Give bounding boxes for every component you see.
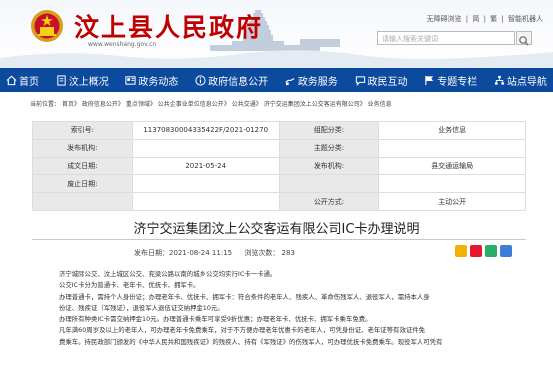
chatbot-link[interactable]: 智能机器人 [508,15,543,23]
table-value [378,138,526,158]
flag-icon [425,75,434,85]
nav-item-home[interactable]: 首页 [6,73,39,88]
nav-item-overview[interactable]: 汶上概况 [56,73,109,88]
table-key [32,192,133,211]
traditional-chinese-link[interactable]: 繁 [490,15,497,23]
share-buttons [455,245,512,257]
breadcrumb-public-transport[interactable]: 公共交通 [232,101,256,108]
title-divider [32,239,526,240]
table-value [131,192,280,211]
paragraph: 办理普通卡，需持个人身份证；办理老年卡、优抚卡、拥军卡：符合条件的老年人、残疾人… [59,292,430,301]
top-links: 无障碍浏览 | 简 | 繁 | 智能机器人 [426,15,543,23]
nav-item-news[interactable]: 政务动态 [125,73,178,88]
table-row: 成文日期: 2021-05-24 发布机构: 县交通运输局 [32,156,526,176]
simplified-chinese-link[interactable]: 简 [472,15,479,23]
nav-item-interaction[interactable]: 政民互动 [355,73,408,88]
search-icon [519,36,529,46]
paragraph: 公交IC卡分为普通卡、老年卡、优抚卡、拥军卡。 [59,281,200,290]
paragraph: 办理所有种类IC卡需交纳押金10元。办理普通卡乘车可享受9折优惠；办理老年卡、优… [59,315,372,324]
table-key: 废止日期: [32,174,133,194]
nav-item-info-disclosure[interactable]: 政府信息公开 [195,73,268,88]
table-key: 组配分类: [278,121,380,140]
table-row: 废止日期: [32,174,526,194]
breadcrumb-business-info[interactable]: 业务信息 [368,101,392,108]
service-icon [285,77,295,85]
document-icon [57,74,66,86]
table-key: 成文日期: [32,156,133,176]
article-title: 济宁交运集团汶上公交客运有限公司IC卡办理说明 [133,222,420,237]
article-meta: 发布日期：2021-08-24 11:15 浏览次数： 283 [134,248,305,258]
breadcrumb-home[interactable]: 首页 [62,101,74,108]
table-row: 公开方式: 主动公开 [32,192,526,211]
accessibility-link[interactable]: 无障碍浏览 [427,15,462,23]
table-key: 主题分类: [278,138,380,158]
table-value: 11370830004335422F/2021-01270 [131,121,280,140]
nav-item-services[interactable]: 政务服务 [285,73,338,88]
info-icon [195,74,206,86]
nav-item-sitemap[interactable]: 站点导航 [494,73,547,88]
table-value [131,174,280,194]
table-value: 主动公开 [378,192,526,211]
site-url: www.wenshang.gov.cn [88,41,157,48]
breadcrumb-info-disclosure[interactable]: 政府信息公开 [82,101,118,108]
info-table: 索引号: 11370830004335422F/2021-01270 组配分类:… [32,121,526,211]
table-key: 发布机构: [278,156,380,176]
table-value: 2021-05-24 [131,156,280,176]
share-qzone-icon[interactable] [455,245,467,257]
table-value: 县交通运输局 [378,156,526,176]
home-icon [6,75,17,85]
search-button[interactable] [516,31,532,46]
share-more-icon[interactable] [500,245,512,257]
table-row: 索引号: 11370830004335422F/2021-01270 组配分类:… [32,121,526,140]
table-value [131,138,280,158]
site-header: 汶上县人民政府 www.wenshang.gov.cn 无障碍浏览 | 简 | … [0,0,553,68]
nav-item-topics[interactable]: 专题专栏 [424,73,477,88]
breadcrumb-public-units[interactable]: 公共企事业单位信息公开 [158,101,224,108]
news-icon [125,75,136,85]
breadcrumb: 当前位置： 首页》 政府信息公开》 重点领域》 公共企事业单位信息公开》 公共交… [30,101,392,108]
sitemap-icon [494,75,505,85]
paragraph: 份证、残疾证（军残证），退役军人退伍证交纳押金10元。 [59,303,224,312]
site-title: 汶上县人民政府 [74,13,264,42]
table-key [278,174,380,194]
paragraph: 费乘车。持民政部门颁发的《中华人民共和国残疾证》的残疾人、持有《军残证》的伤残军… [59,337,443,346]
breadcrumb-company[interactable]: 济宁交运集团汶上公交客运有限公司 [264,101,360,108]
paragraph: 济宁城际公交、汶上城区公交、兖梁公路以南的城乡公交均实行IC卡一卡通。 [59,270,277,278]
view-count: 浏览次数： 283 [244,249,295,257]
article-body: 济宁城际公交、汶上城区公交、兖梁公路以南的城乡公交均实行IC卡一卡通。 公交IC… [59,269,517,348]
table-row: 发布机构: 主题分类: [32,138,526,158]
main-nav: 首页 汶上概况 政务动态 政府信息公开 政务服务 政民互动 专题专栏 站点导航 [0,68,553,92]
paragraph: 凡年满60周岁及以上的老年人，可办理老年卡免费乘车，对于不方便办理老年优惠卡的老… [59,326,426,335]
national-emblem-icon [31,10,63,42]
table-value: 业务信息 [378,121,526,140]
share-wechat-icon[interactable] [485,245,497,257]
search-input[interactable]: 请输入搜索关键词 [377,31,515,45]
table-key: 发布机构: [32,138,133,158]
breadcrumb-key-areas[interactable]: 重点领域 [126,101,150,108]
publish-date: 发布日期：2021-08-24 11:15 [134,249,233,257]
share-weibo-icon[interactable] [470,245,482,257]
table-key: 公开方式: [278,192,380,211]
chat-icon [355,75,365,86]
table-key: 索引号: [32,121,133,140]
table-value [378,174,526,194]
